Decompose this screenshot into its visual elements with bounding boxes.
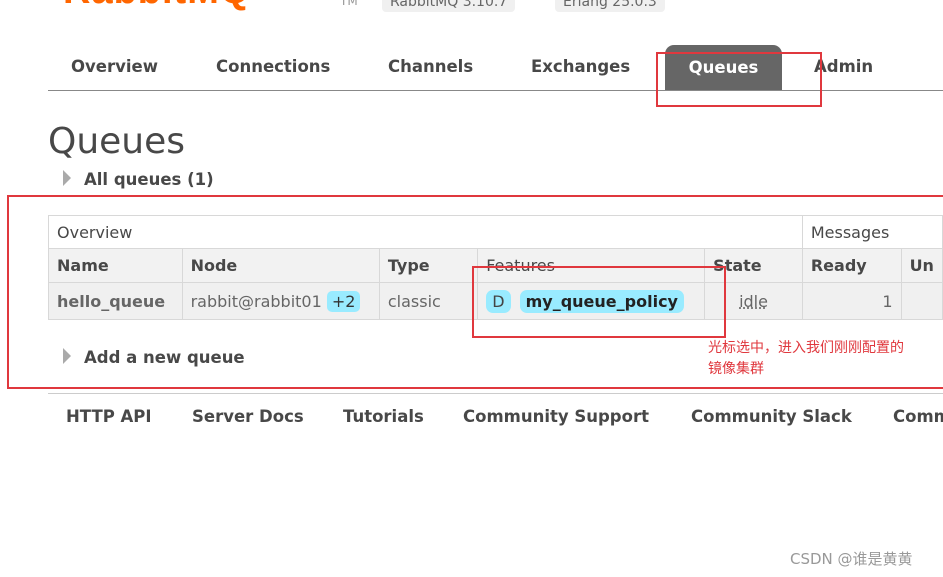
- tab-overview[interactable]: Overview: [71, 57, 158, 76]
- annotation-line-2: 镜像集群: [708, 361, 764, 377]
- expand-arrow-icon[interactable]: [63, 170, 71, 186]
- annotation-text: 光标选中，进入我们刚刚配置的 镜像集群: [708, 338, 904, 380]
- footer-divider: [48, 393, 943, 394]
- tab-exchanges[interactable]: Exchanges: [531, 57, 630, 76]
- rabbitmq-logo[interactable]: RabbitMQ: [63, 0, 250, 13]
- footer-link-community-slack[interactable]: Community Slack: [691, 407, 852, 426]
- footer-link-community-support[interactable]: Community Support: [463, 407, 649, 426]
- annotation-line-1: 光标选中，进入我们刚刚配置的: [708, 340, 904, 356]
- tab-channels[interactable]: Channels: [388, 57, 473, 76]
- page-title: Queues: [48, 121, 186, 162]
- footer-link-server-docs[interactable]: Server Docs: [192, 407, 304, 426]
- erlang-version-badge: Erlang 25.0.3: [555, 0, 665, 12]
- footer-link-http-api[interactable]: HTTP API: [66, 407, 152, 426]
- tab-admin[interactable]: Admin: [814, 57, 873, 76]
- footer-link-tutorials[interactable]: Tutorials: [343, 407, 424, 426]
- highlight-policy: [472, 266, 726, 338]
- logo-trademark: TM: [340, 0, 358, 8]
- footer-link-commercial[interactable]: Comm: [893, 407, 943, 426]
- highlight-queues-tab: [656, 52, 822, 107]
- tab-connections[interactable]: Connections: [216, 57, 330, 76]
- version-badge: RabbitMQ 3.10.7: [382, 0, 516, 12]
- all-queues-toggle[interactable]: All queues (1): [84, 170, 214, 189]
- watermark: CSDN @谁是黄黄: [790, 550, 913, 568]
